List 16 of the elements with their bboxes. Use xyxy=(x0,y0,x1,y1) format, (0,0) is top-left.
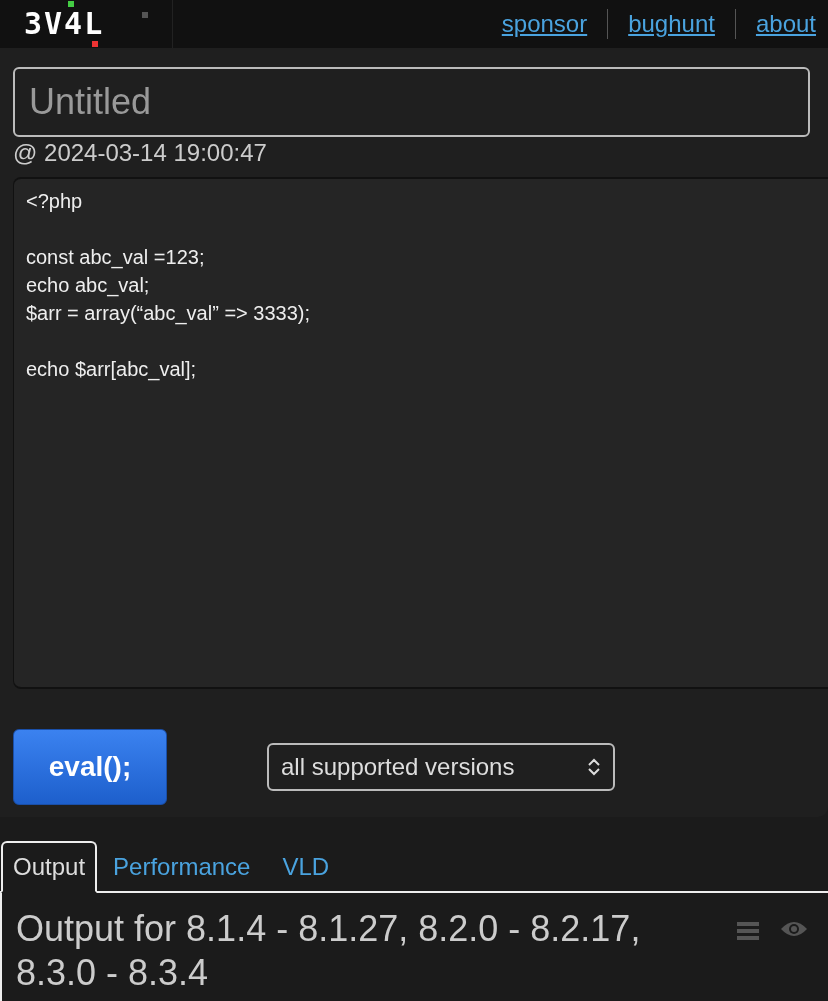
output-heading: Output for 8.1.4 - 8.1.27, 8.2.0 - 8.2.17, 8.3.0 - 8.3.4 xyxy=(16,907,642,995)
tab[interactable]: Performance xyxy=(97,843,267,891)
eval-button[interactable]: eval(); xyxy=(13,729,167,805)
chevron-updown-icon xyxy=(587,757,601,777)
code-editor[interactable]: <?php const abc_val =123; echo abc_val; $arr = array(“abc_val” => 3333); echo $arr[abc_val]; xyxy=(13,177,828,689)
nav-link[interactable]: bughunt xyxy=(628,10,715,38)
list-icon[interactable] xyxy=(736,919,760,943)
version-select[interactable]: all supported versions xyxy=(267,743,615,791)
tab[interactable]: Output xyxy=(1,841,98,893)
tab[interactable]: VLD xyxy=(266,843,346,891)
site-logo[interactable]: 3V4L xyxy=(24,6,105,42)
nav-link[interactable]: sponsor xyxy=(501,10,588,38)
eye-icon[interactable] xyxy=(780,919,808,939)
title-field[interactable]: Untitled xyxy=(13,67,810,137)
timestamp: @ 2024-03-14 19:00:47 xyxy=(13,139,268,167)
nav-link[interactable]: about xyxy=(755,10,816,38)
